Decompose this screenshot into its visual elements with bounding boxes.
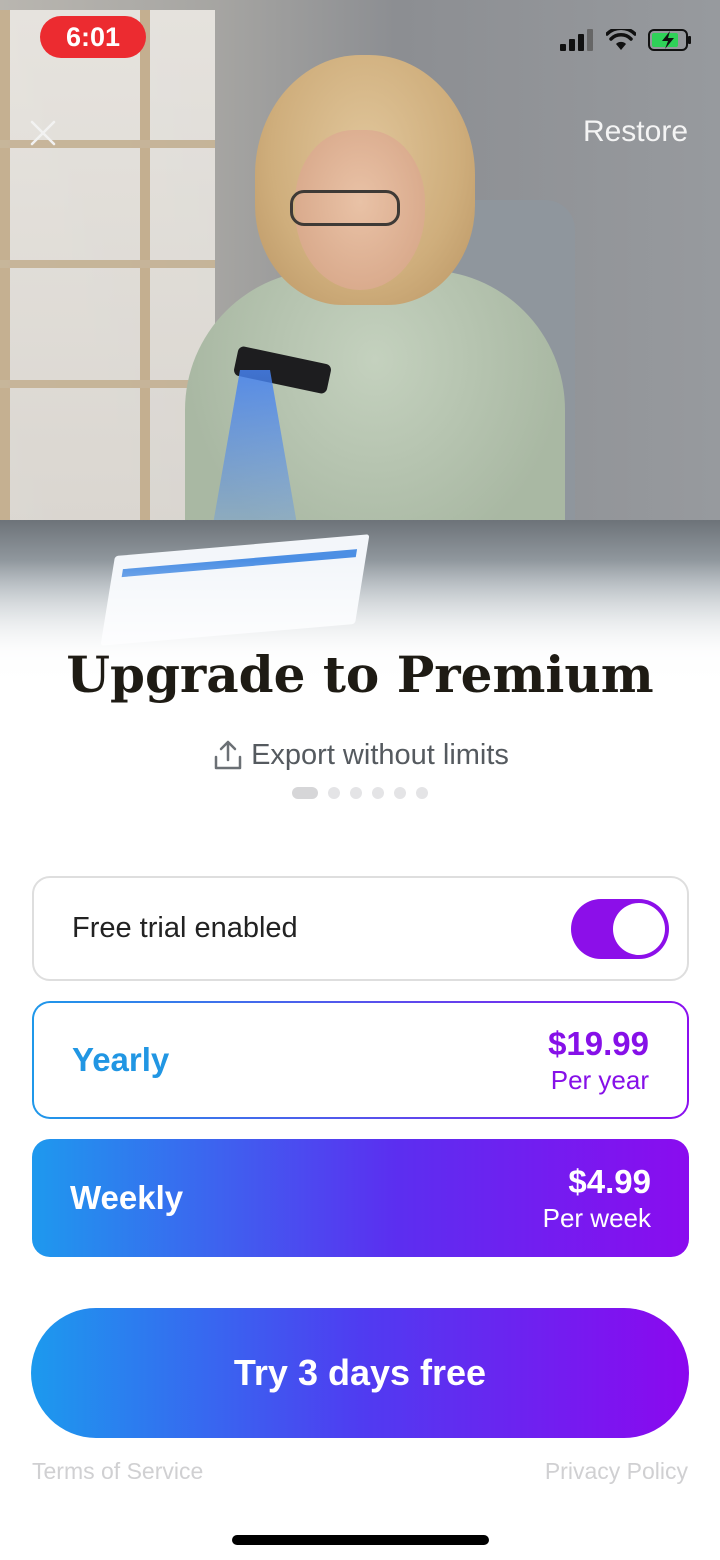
close-icon[interactable]	[26, 116, 60, 150]
page-dot[interactable]	[416, 787, 428, 799]
page-dot[interactable]	[328, 787, 340, 799]
free-trial-row: Free trial enabled	[32, 876, 689, 981]
plan-period: Per year	[550, 1064, 649, 1095]
plan-name: Yearly	[72, 1041, 170, 1078]
share-upload-icon	[214, 740, 242, 770]
terms-of-service-link[interactable]: Terms of Service	[32, 1458, 203, 1485]
plan-option-yearly[interactable]: Yearly $19.99 Per year	[32, 1001, 689, 1119]
toggle-knob	[613, 902, 665, 955]
page-dot[interactable]	[350, 787, 362, 799]
plan-price-block: $19.99 Per year	[548, 1025, 649, 1096]
status-time: 6:01	[40, 16, 146, 58]
page-title: Upgrade to Premium	[66, 645, 654, 704]
plan-price: $19.99	[548, 1024, 649, 1062]
status-icons	[560, 28, 692, 52]
page-dot[interactable]	[292, 787, 318, 799]
hero-shelf	[0, 10, 215, 530]
carousel-page-indicator	[0, 787, 720, 799]
hero-glasses	[290, 190, 400, 226]
feature-label: Export without limits	[251, 738, 509, 771]
plan-period: Per week	[542, 1202, 651, 1233]
page-dot[interactable]	[394, 787, 406, 799]
wifi-icon	[606, 29, 636, 50]
plan-price: $4.99	[568, 1162, 651, 1200]
cellular-signal-icon	[560, 29, 593, 51]
privacy-policy-link[interactable]: Privacy Policy	[545, 1458, 688, 1485]
home-indicator[interactable]	[232, 1535, 489, 1545]
restore-button[interactable]: Restore	[583, 115, 688, 149]
free-trial-label: Free trial enabled	[72, 912, 298, 944]
free-trial-toggle[interactable]	[571, 898, 669, 959]
start-trial-button[interactable]: Try 3 days free	[31, 1308, 689, 1438]
page-dot[interactable]	[372, 787, 384, 799]
plan-option-weekly[interactable]: Weekly $4.99 Per week	[32, 1139, 689, 1257]
feature-highlight: Export without limits	[0, 738, 720, 772]
plan-name: Weekly	[70, 1179, 184, 1216]
plan-price-block: $4.99 Per week	[543, 1163, 651, 1234]
hero-image	[0, 0, 720, 690]
battery-charging-icon	[648, 29, 691, 51]
